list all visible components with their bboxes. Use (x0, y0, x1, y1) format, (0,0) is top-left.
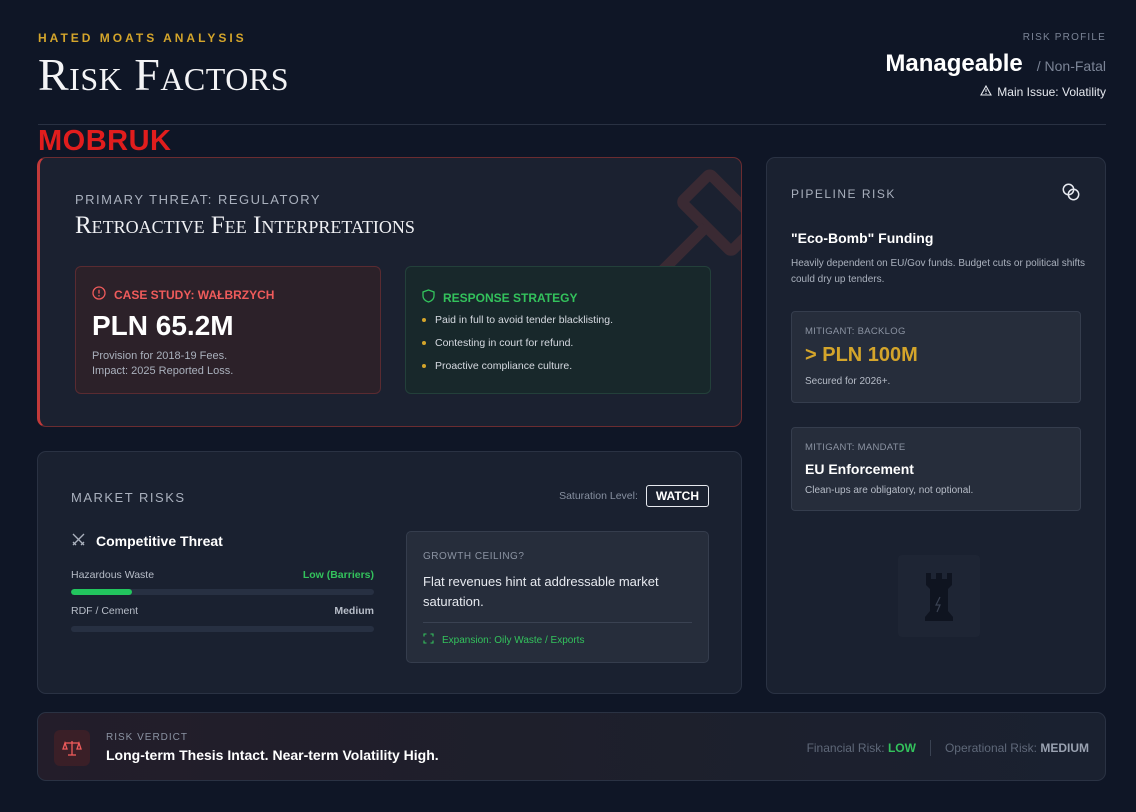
scales-icon (54, 730, 90, 766)
header-divider (38, 124, 1106, 125)
saturation-level: Saturation Level: WATCH (559, 485, 709, 507)
risk-profile: Manageable / Non-Fatal (885, 50, 1106, 78)
mitigant-label: MITIGANT: BACKLOG (805, 326, 906, 337)
competitive-threat-title: Competitive Threat (71, 532, 223, 550)
mitigant-mandate: MITIGANT: MANDATE EU Enforcement Clean-u… (791, 427, 1081, 511)
response-item-text: Proactive compliance culture. (435, 360, 573, 372)
progress-track (71, 589, 374, 595)
swords-icon (71, 532, 86, 550)
company-logo: MOBRUK (38, 125, 172, 157)
response-strategy-title: RESPONSE STRATEGY (422, 289, 577, 306)
shield-icon (422, 289, 435, 306)
mitigant-value: EU Enforcement (805, 461, 914, 477)
operational-risk-value: MEDIUM (1040, 741, 1089, 755)
list-item: Paid in full to avoid tender blacklistin… (422, 314, 613, 326)
mitigant-backlog: MITIGANT: BACKLOG > PLN 100M Secured for… (791, 311, 1081, 403)
primary-threat-title: Retroactive Fee Interpretations (75, 212, 415, 239)
rook-icon (898, 555, 980, 637)
financial-risk-label: Financial Risk: (806, 741, 885, 755)
mitigant-value: > PLN 100M (805, 344, 918, 366)
verdict-text: Long-term Thesis Intact. Near-term Volat… (106, 747, 439, 763)
expansion-text: Expansion: Oily Waste / Exports (442, 634, 585, 646)
page-title: Risk Factors (38, 49, 289, 100)
mitigant-label: MITIGANT: MANDATE (805, 442, 906, 453)
list-item: Contesting in court for refund. (422, 337, 613, 349)
case-study-title: CASE STUDY: WAŁBRZYCH (92, 286, 274, 303)
response-item-text: Paid in full to avoid tender blacklistin… (435, 314, 614, 326)
operational-risk: Operational Risk: MEDIUM (945, 741, 1089, 755)
primary-threat-label: PRIMARY THREAT: REGULATORY (75, 192, 322, 207)
pipeline-heading: "Eco-Bomb" Funding (791, 230, 934, 246)
frame-icon (423, 633, 434, 647)
case-study-amount: PLN 65.2M (92, 310, 234, 341)
growth-ceiling-label: GROWTH CEILING? (423, 551, 525, 562)
growth-ceiling-box: GROWTH CEILING? Flat revenues hint at ad… (406, 531, 709, 663)
response-list: Paid in full to avoid tender blacklistin… (422, 314, 613, 383)
primary-threat-card: PRIMARY THREAT: REGULATORY Retroactive F… (37, 157, 742, 427)
progress-fill (71, 589, 132, 595)
operational-risk-label: Operational Risk: (944, 741, 1037, 755)
bar-value: Medium (334, 605, 374, 617)
response-item-text: Contesting in court for refund. (435, 337, 574, 349)
risk-profile-sub: / Non-Fatal (1036, 58, 1106, 74)
section-kicker: HATED MOATS ANALYSIS (38, 31, 247, 45)
bar-name: RDF / Cement (71, 605, 139, 617)
bullet-icon (422, 364, 426, 368)
main-issue: Main Issue: Volatility (980, 84, 1106, 99)
bullet-icon (422, 341, 426, 345)
mitigant-sub: Secured for 2026+. (805, 376, 891, 387)
saturation-label: Saturation Level: (559, 490, 638, 502)
progress-track (71, 626, 374, 632)
competitive-threat-text: Competitive Threat (96, 533, 223, 549)
alert-circle-icon (92, 286, 106, 303)
risk-profile-value: Manageable (885, 50, 1023, 77)
pipeline-description: Heavily dependent on EU/Gov funds. Budge… (791, 258, 1086, 285)
case-study-note-1: Provision for 2018-19 Fees. (92, 350, 228, 362)
case-study-box: CASE STUDY: WAŁBRZYCH PLN 65.2M Provisio… (75, 266, 381, 394)
expansion-note: Expansion: Oily Waste / Exports (423, 633, 584, 647)
divider (929, 740, 931, 756)
market-risks-card: MARKET RISKS Saturation Level: WATCH Com… (37, 451, 742, 694)
main-issue-text: Main Issue: Volatility (997, 85, 1106, 99)
growth-ceiling-text: Flat revenues hint at addressable market… (423, 574, 659, 609)
risk-summary: Financial Risk: LOW Operational Risk: ME… (807, 740, 1089, 756)
verdict-label: RISK VERDICT (106, 732, 189, 743)
pipeline-risk-label: PIPELINE RISK (791, 187, 896, 201)
bullet-icon (422, 318, 426, 322)
saturation-badge: WATCH (645, 485, 709, 507)
financial-risk-value: LOW (887, 741, 916, 755)
market-risks-label: MARKET RISKS (71, 490, 186, 505)
response-strategy-title-text: RESPONSE STRATEGY (443, 290, 578, 305)
pipeline-risk-card: PIPELINE RISK "Eco-Bomb" Funding Heavily… (766, 157, 1106, 694)
bar-name: Hazardous Waste (71, 569, 155, 581)
bar-row-hazardous: Hazardous Waste Low (Barriers) (71, 569, 374, 581)
case-study-title-text: CASE STUDY: WAŁBRZYCH (114, 287, 275, 302)
list-item: Proactive compliance culture. (422, 360, 613, 372)
case-study-note-2: Impact: 2025 Reported Loss. (92, 365, 234, 377)
mitigant-sub: Clean-ups are obligatory, not optional. (805, 485, 974, 496)
coins-icon (1061, 182, 1081, 207)
response-strategy-box: RESPONSE STRATEGY Paid in full to avoid … (405, 266, 711, 394)
financial-risk: Financial Risk: LOW (807, 741, 916, 755)
divider (423, 622, 692, 623)
risk-verdict-bar: RISK VERDICT Long-term Thesis Intact. Ne… (37, 712, 1106, 781)
bar-row-rdf: RDF / Cement Medium (71, 605, 374, 617)
risk-profile-label: RISK PROFILE (1022, 32, 1106, 43)
bar-value: Low (Barriers) (302, 569, 374, 581)
warning-icon (980, 84, 993, 99)
